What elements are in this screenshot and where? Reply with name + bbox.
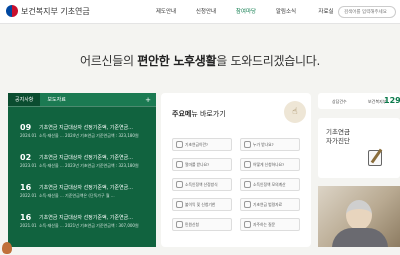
quick-menu-title-rest: 뉴 바로가기 [191, 110, 226, 118]
quick-menu-button[interactable]: 소득인정액 모의계산 [240, 178, 300, 191]
quick-menu-label: 자주하는 질문 [253, 221, 276, 227]
quick-menu-button[interactable]: 자주하는 질문 [240, 218, 300, 231]
notice-date: 2021.01 [20, 223, 37, 228]
self-check-card[interactable]: 기초연금 자가진단 [318, 118, 400, 178]
notice-more-button[interactable]: + [140, 93, 156, 106]
search-input[interactable] [338, 6, 396, 18]
calculator-icon [176, 181, 183, 188]
document-icon [176, 141, 183, 148]
people-icon [244, 141, 251, 148]
notice-day: 02 [20, 153, 32, 162]
notice-title: 기초연금 지급대상자 선정기준액, 기준연금... [39, 215, 133, 221]
book-icon [244, 201, 251, 208]
stat-bar: 상담건수 보건복지부 129 [318, 93, 400, 109]
notice-item[interactable]: 16 2021.01 기초연금 지급대상자 선정기준액, 기준연금... 소득·… [8, 213, 156, 237]
notice-item[interactable]: 09 2024.01 기초연금 지급대상자 선정기준액, 기준연금... 소득·… [8, 123, 156, 147]
hero-emphasis: 편안한 노후생활 [137, 54, 217, 68]
mascot-icon [2, 242, 12, 254]
quick-menu-label: 기초연금이란? [185, 141, 208, 147]
elderly-person-photo [318, 186, 400, 247]
photo-head [346, 200, 372, 230]
notice-date: 2023.01 [20, 163, 37, 168]
notice-summary: 소득·재산을 ... 2021년 기초연금 기준연금액 : 307,000원 [39, 223, 139, 228]
tab-notices[interactable]: 공지사항 [8, 93, 41, 106]
notice-tabs: 공지사항 보도자료 + [8, 93, 156, 107]
pointing-hand-icon: ☝ [284, 101, 306, 123]
stat-label-consult: 상담건수 [332, 99, 347, 104]
stat-value: 129 [384, 96, 400, 105]
self-check-line2: 자가진단 [326, 137, 350, 145]
notice-item[interactable]: 16 2022.01 기초연금 지급대상자 선정기준액, 기준연금... 소득·… [8, 183, 156, 207]
question-icon [244, 221, 251, 228]
checklist-icon [368, 150, 382, 166]
nav-item-system[interactable]: 제도안내 [146, 7, 186, 15]
notice-date: 2022.01 [20, 193, 37, 198]
notice-summary: 소득·재산을 ... 2023년 기초연금 기준연금액 : 323,180원 [39, 163, 139, 168]
notice-summary: 소득·재산을 ... 기준연금액은 (단독가구 월 ... [39, 193, 115, 198]
quick-menu-label: 얼마를 받나요? [185, 161, 210, 167]
notice-title: 기초연금 지급대상자 선정기준액, 기준연금... [39, 155, 133, 161]
quick-menu-label: 민원신청 [185, 221, 199, 227]
quick-menu-title-bold: 주요메 [172, 110, 192, 118]
photo-body [332, 228, 388, 247]
hero-slogan: 어르신들의 편안한 노후생활을 도와드리겠습니다. [0, 52, 400, 69]
quick-menu-button[interactable]: 기초연금 법령자료 [240, 198, 300, 211]
hero-prefix: 어르신들의 [80, 54, 138, 68]
tab-press[interactable]: 보도자료 [40, 93, 140, 106]
main-nav: 제도안내 신청안내 참여마당 알림소식 자료실 [146, 7, 346, 15]
quick-menu-button[interactable]: 누가 받나요? [240, 138, 300, 151]
notice-title: 기초연금 지급대상자 선정기준액, 기준연금... [39, 125, 133, 131]
coin-icon [176, 161, 183, 168]
notice-day: 16 [20, 183, 32, 192]
nav-item-news[interactable]: 알림소식 [266, 7, 306, 15]
quick-menu-button[interactable]: 얼마를 받나요? [172, 158, 232, 171]
logo-text: 보건복지부 기초연금 [21, 6, 90, 16]
pencil-icon [176, 221, 183, 228]
notice-item[interactable]: 02 2023.01 기초연금 지급대상자 선정기준액, 기준연금... 소득·… [8, 153, 156, 177]
hero-suffix: 을 도와드리겠습니다. [216, 54, 320, 68]
self-check-line1: 기초연금 [326, 128, 350, 136]
quick-menu-label: 어떻게 신청하나요? [253, 161, 285, 167]
warning-icon [176, 201, 183, 208]
notice-title: 기초연금 지급대상자 선정기준액, 기준연금... [39, 185, 133, 191]
self-check-title: 기초연금 자가진단 [326, 128, 350, 146]
quick-menu-button[interactable]: 기초연금이란? [172, 138, 232, 151]
nav-item-application[interactable]: 신청안내 [186, 7, 226, 15]
quick-menu-button[interactable]: 소득인정액 산정방식 [172, 178, 232, 191]
taegeuk-logo-icon [6, 5, 18, 17]
site-header: 보건복지부 기초연금 제도안내 신청안내 참여마당 알림소식 자료실 [0, 0, 400, 24]
quick-menu-title: 주요메뉴 바로가기 [172, 109, 226, 119]
site-logo[interactable]: 보건복지부 기초연금 [6, 5, 90, 17]
notice-panel: 공지사항 보도자료 + 09 2024.01 기초연금 지급대상자 선정기준액,… [8, 93, 156, 247]
quick-menu-label: 기초연금 법령자료 [253, 201, 283, 207]
quick-menu-button[interactable]: 어떻게 신청하나요? [240, 158, 300, 171]
quick-menu-button[interactable]: 민원신청 [172, 218, 232, 231]
notice-day: 09 [20, 123, 32, 132]
quick-menu-label: 누가 받나요? [253, 141, 274, 147]
quick-menu-label: 소득인정액 모의계산 [253, 181, 286, 187]
quick-menu-panel: 주요메뉴 바로가기 ☝ 기초연금이란? 누가 받나요? 얼마를 받나요? 어떻게… [161, 93, 311, 247]
notice-day: 16 [20, 213, 32, 222]
quick-menu-label: 소득인정액 산정방식 [185, 181, 218, 187]
nav-item-participation[interactable]: 참여마당 [226, 7, 266, 15]
calculator-icon [244, 181, 251, 188]
quick-menu-label: 불이익 및 신청기한 [185, 201, 216, 207]
notice-summary: 소득·재산을 ... 2024년 기초연금 기준연금액 : 323,180원 [39, 133, 139, 138]
quick-menu-button[interactable]: 불이익 및 신청기한 [172, 198, 232, 211]
notice-date: 2024.01 [20, 133, 37, 138]
form-icon [244, 161, 251, 168]
